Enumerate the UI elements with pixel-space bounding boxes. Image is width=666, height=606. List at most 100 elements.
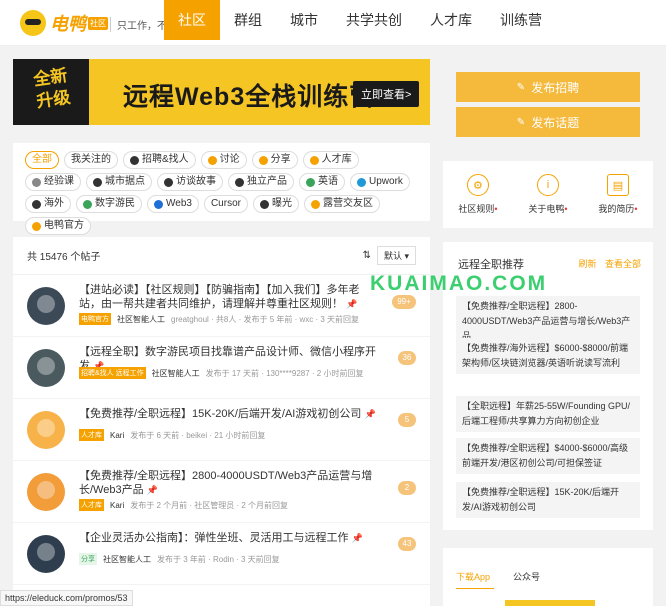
post-author[interactable]: 社区智能人工 [152, 368, 200, 379]
tag-item[interactable]: Upwork [350, 173, 410, 191]
post-tag[interactable]: 人才库 [79, 429, 104, 441]
tag-item[interactable]: 我关注的 [64, 151, 118, 169]
tag-icon [309, 155, 319, 165]
reply-count-badge: 36 [398, 351, 416, 365]
tag-item[interactable]: 访谈故事 [157, 173, 223, 191]
tag-item[interactable]: 招聘&找人 [123, 151, 196, 169]
post-meta: 招聘&找人 远程工作 社区智能人工 发布于 17 天前 · 130****9287 … [79, 367, 363, 379]
post-author[interactable]: 社区智能人工 [103, 554, 151, 565]
tag-item[interactable]: 数字游民 [76, 195, 142, 213]
quick-link-about[interactable]: i 关于电鸭• [528, 174, 568, 215]
tag-item[interactable]: 城市据点 [86, 173, 152, 191]
nav-bootcamp[interactable]: 训练营 [486, 0, 556, 40]
view-all-link[interactable]: 查看全部 [605, 259, 641, 269]
pin-icon: 📌 [346, 299, 358, 309]
avatar[interactable] [27, 287, 65, 325]
post-meta-text: 发布于 2 个月前 · 社区管理员 · 2 个月前回复 [130, 500, 289, 510]
quick-link-resume[interactable]: ▤ 我的简历• [598, 174, 638, 215]
post-author[interactable]: Kari [110, 431, 124, 440]
post-row[interactable]: 【进站必读】【社区规则】【防骗指南】【加入我们】多年老站，由一帮共建者共同维护，… [13, 275, 430, 337]
tag-icon [207, 155, 217, 165]
post-row[interactable]: 【免费推荐/全职远程】15K-20K/后端开发/AI游戏初创公司 📌 人才库 Kar… [13, 399, 430, 461]
tag-item[interactable]: 人才库 [302, 151, 359, 169]
tag-item[interactable]: 讨论 [200, 151, 247, 169]
tag-item[interactable]: Web3 [147, 195, 199, 213]
avatar[interactable] [27, 349, 65, 387]
tag-icon [310, 199, 320, 209]
avatar[interactable] [27, 473, 65, 511]
pin-icon: 📌 [351, 533, 363, 543]
info-icon: i [536, 174, 559, 196]
tag-item[interactable]: 分享 [251, 151, 298, 169]
tag-icon [164, 177, 173, 187]
nav-talent[interactable]: 人才库 [416, 0, 486, 40]
post-tag[interactable]: 招聘&找人 远程工作 [79, 367, 146, 379]
recommend-title: 远程全职推荐 [458, 259, 524, 271]
tag-item[interactable]: 独立产品 [228, 173, 294, 191]
site-logo[interactable]: 电鸭 社区 [20, 10, 108, 36]
nav-colearn[interactable]: 共学共创 [332, 0, 416, 40]
tag-icon [258, 155, 268, 165]
nav-cities[interactable]: 城市 [276, 0, 332, 40]
sort-select[interactable]: 默认 ▾ [376, 246, 416, 265]
post-tag[interactable]: 电鸭官方 [79, 313, 111, 325]
recommend-item[interactable]: 【免费推荐/海外远程】$6000-$8000/前端架构师/区块链浏览器/英语听说… [456, 338, 640, 374]
post-title[interactable]: 【免费推荐/全职远程】2800-4000USDT/Web3产品运营与增长/Web… [79, 469, 379, 497]
post-row[interactable]: 【远程全职】数字游民项目找靠谱产品设计师、微信小程序开发 📌 招聘&找人 远程工作… [13, 337, 430, 399]
post-row[interactable]: 【企业灵活办公指南】：弹性坐班、灵活用工与远程工作 📌 分享 社区智能人工 发布于 3… [13, 523, 430, 585]
promo-banner[interactable]: 全新 升级 远程Web3全栈训练营 立即查看> [13, 59, 430, 125]
post-row[interactable]: 【免费推荐/全职远程】2800-4000USDT/Web3产品运营与增长/Web… [13, 461, 430, 523]
logo-text: 电鸭 [50, 14, 86, 35]
post-title[interactable]: 【进站必读】【社区规则】【防骗指南】【加入我们】多年老站，由一帮共建者共同维护，… [79, 283, 379, 311]
banner-cta-button[interactable]: 立即查看> [353, 81, 420, 107]
post-title[interactable]: 【免费推荐/全职远程】15K-20K/后端开发/AI游戏初创公司 📌 [79, 407, 379, 421]
post-topic-button[interactable]: ✎ 发布话题 [456, 107, 640, 137]
recommend-item[interactable]: 【免费推荐/全职远程】15K-20K/后端开发/AI游戏初创公司 [456, 482, 640, 518]
post-author[interactable]: 社区智能人工 [117, 314, 165, 325]
tag-item[interactable]: 海外 [25, 195, 71, 213]
post-author[interactable]: Kari [110, 501, 124, 510]
post-meta-text: greatghoul · 共8人 · 发布于 5 年前 · wxc · 3 天前… [171, 314, 360, 324]
tag-item[interactable]: 英语 [299, 173, 345, 191]
post-meta: 人才库 Kari 发布于 6 天前 · beikei · 21 小时前回复 [79, 429, 265, 441]
reply-count-badge: 43 [398, 537, 416, 551]
tab-download-app[interactable]: 下载App [456, 570, 490, 583]
tag-item[interactable]: 全部 [25, 151, 59, 169]
post-tag[interactable]: 人才库 [79, 499, 104, 511]
post-meta-text: 发布于 6 天前 · beikei · 21 小时前回复 [130, 430, 266, 440]
refresh-link[interactable]: 刷新 [578, 259, 596, 269]
tag-item[interactable]: 曝光 [252, 195, 299, 213]
post-list: 【进站必读】【社区规则】【防骗指南】【加入我们】多年老站，由一帮共建者共同维护，… [13, 275, 430, 585]
avatar[interactable] [27, 535, 65, 573]
gear-icon: ⚙ [466, 174, 489, 196]
recommend-item[interactable]: 【全职远程】年薪25-55W/Founding GPU/后端工程师/共享算力方向… [456, 396, 640, 432]
quick-link-rules[interactable]: ⚙ 社区规则• [458, 174, 498, 215]
reply-count-badge: 99+ [392, 295, 416, 309]
post-tag[interactable]: 分享 [79, 553, 97, 565]
post-job-button[interactable]: ✎ 发布招聘 [456, 72, 640, 102]
top-header: 电鸭 社区 只工作，不上班 社区 群组 城市 共学共创 人才库 训练营 [0, 0, 666, 46]
tag-item[interactable]: Cursor [203, 195, 248, 213]
tag-icon [32, 199, 41, 209]
nav-groups[interactable]: 群组 [220, 0, 276, 40]
tag-icon [93, 177, 102, 187]
logo-badge: 社区 [88, 16, 108, 30]
recommend-item[interactable]: 【免费推荐/全职远程】$4000-$6000/高级前端开发/港区初创公司/可担保… [456, 438, 640, 474]
sort-control[interactable]: ⇅ 默认 ▾ [363, 246, 416, 265]
tag-item[interactable]: 露营交友区 [303, 195, 380, 213]
quick-links-card: ⚙ 社区规则• i 关于电鸭• ▤ 我的简历• [443, 161, 653, 228]
tag-item[interactable]: 电鸭官方 [25, 217, 91, 235]
duck-logo-icon [20, 10, 46, 36]
reply-count-badge: 2 [398, 481, 416, 495]
tag-item[interactable]: 经验课 [25, 173, 81, 191]
nav-community[interactable]: 社区 [164, 0, 220, 40]
post-meta: 分享 社区智能人工 发布于 3 年前 · Rodin · 3 天前回复 [79, 553, 280, 565]
tag-icon [32, 221, 41, 231]
post-meta: 电鸭官方 社区智能人工 greatghoul · 共8人 · 发布于 5 年前 · … [79, 313, 359, 325]
main-nav: 社区 群组 城市 共学共创 人才库 训练营 [164, 0, 556, 46]
tag-icon [130, 155, 139, 165]
tab-wechat[interactable]: 公众号 [513, 570, 540, 583]
tag-list: 全部 我关注的 招聘&找人 讨论 分享 人才库经验课 城市据点 访谈故事 独立产品 英语 Upwor… [25, 151, 418, 235]
post-title[interactable]: 【企业灵活办公指南】：弹性坐班、灵活用工与远程工作 📌 [79, 531, 379, 545]
avatar[interactable] [27, 411, 65, 449]
